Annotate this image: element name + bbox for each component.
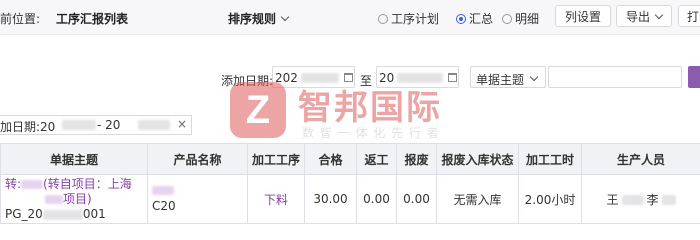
export-label: 导出 xyxy=(625,9,650,24)
radio-checked-icon xyxy=(456,13,466,24)
redacted-text xyxy=(661,195,676,205)
cell-qualified: 30.00 xyxy=(304,174,357,224)
column-header-scrap-status[interactable]: 报废入库状态 xyxy=(436,143,519,175)
chevron-down-icon xyxy=(654,10,664,19)
active-filter-separator: - 20 xyxy=(97,118,121,132)
cell-subject: 转: (转自项目：上海 项目) PG_20 001 xyxy=(0,174,148,224)
cell-worker: 王李 xyxy=(581,174,700,224)
worker-name: 李 xyxy=(646,192,659,207)
cell-scrap-status: 无需入库 xyxy=(436,174,519,224)
page-title: 工序汇报列表 xyxy=(56,12,129,26)
chevron-down-icon xyxy=(529,72,539,82)
date-from-value: 202 xyxy=(275,71,298,85)
date-to-value: 20 xyxy=(379,71,395,85)
date-from-input[interactable]: 202 xyxy=(272,66,355,88)
redacted-date xyxy=(138,120,170,130)
watermark-slogan: 数 智 一 体 化 先 行 者 xyxy=(302,126,440,140)
add-date-label: 添加日期: xyxy=(221,74,274,88)
column-header-subject[interactable]: 单据主题 xyxy=(0,143,148,175)
search-input[interactable] xyxy=(548,66,682,88)
print-button[interactable]: 打 xyxy=(678,5,700,27)
column-settings-button[interactable]: 列设置 xyxy=(555,5,611,27)
radio-summary[interactable]: 汇总 xyxy=(456,10,493,27)
redacted-text xyxy=(21,180,44,189)
watermark-logo-icon: Z xyxy=(230,82,286,138)
cell-hours: 2.00小时 xyxy=(518,174,582,224)
doc-number-suffix: 001 xyxy=(82,207,106,221)
column-header-hours[interactable]: 加工工时 xyxy=(518,143,582,175)
subject-prefix: 转: xyxy=(5,177,22,191)
doc-number-prefix: PG_20 xyxy=(5,207,43,221)
radio-label: 汇总 xyxy=(469,12,494,26)
column-header-process[interactable]: 加工工序 xyxy=(247,143,305,175)
redacted-date xyxy=(301,73,339,83)
redacted-text xyxy=(45,195,63,204)
redacted-text xyxy=(152,186,174,195)
redacted-date xyxy=(397,73,443,83)
radio-icon xyxy=(502,13,512,24)
radio-detail[interactable]: 明细 xyxy=(502,10,539,27)
product-name: C20 xyxy=(152,199,176,213)
cell-scrap: 0.00 xyxy=(396,174,437,224)
cell-process[interactable]: 下料 xyxy=(247,174,305,224)
doc-subject-select[interactable]: 单据主题 xyxy=(470,66,546,88)
radio-icon xyxy=(378,13,388,24)
column-header-rework[interactable]: 返工 xyxy=(356,143,397,175)
radio-label: 明细 xyxy=(515,12,540,26)
to-label: 至 xyxy=(360,74,373,88)
column-settings-label: 列设置 xyxy=(564,9,601,24)
subject-link[interactable]: 转: (转自项目：上海 xyxy=(5,177,132,191)
subject-source: (转自项目：上海 xyxy=(43,177,132,191)
redacted-text xyxy=(42,209,83,220)
worker-name: 王 xyxy=(606,192,619,207)
redacted-date xyxy=(62,120,96,130)
doc-subject-label: 单据主题 xyxy=(476,73,525,87)
export-button[interactable]: 导出 xyxy=(616,5,672,27)
calendar-icon[interactable] xyxy=(448,73,457,82)
watermark-logo-glyph: Z xyxy=(245,87,271,132)
active-filter-tag: 加日期:20 - 20 × xyxy=(0,115,192,135)
date-to-input[interactable]: 20 xyxy=(376,66,459,88)
radio-label: 工序计划 xyxy=(391,12,440,26)
print-label: 打 xyxy=(687,9,700,24)
sort-rule-label: 排序规则 xyxy=(228,12,277,26)
sort-rule-dropdown[interactable]: 排序规则 xyxy=(228,10,290,27)
cell-rework: 0.00 xyxy=(356,174,397,224)
top-toolbar: 前位置: 工序汇报列表 排序规则 工序计划 汇总 明细 列设置 导出 打 xyxy=(0,0,700,35)
remove-filter-icon[interactable]: × xyxy=(177,117,187,131)
search-button[interactable] xyxy=(688,66,700,88)
calendar-icon[interactable] xyxy=(344,73,353,82)
active-filter-prefix: 加日期:20 xyxy=(0,120,56,134)
table-row: 转: (转自项目：上海 项目) PG_20 001 C20 下料 30.00 0… xyxy=(0,174,700,224)
cell-product: C20 xyxy=(147,174,248,224)
chevron-down-icon xyxy=(280,12,290,22)
column-header-scrap[interactable]: 报废 xyxy=(396,143,437,175)
column-header-product[interactable]: 产品名称 xyxy=(147,143,248,175)
column-header-qualified[interactable]: 合格 xyxy=(304,143,357,175)
subject-project[interactable]: 项目) xyxy=(63,192,92,206)
radio-process-plan[interactable]: 工序计划 xyxy=(378,10,439,27)
breadcrumb-label: 前位置: xyxy=(0,12,41,26)
data-table: 单据主题 产品名称 加工工序 合格 返工 报废 报废入库状态 加工工时 生产人员… xyxy=(0,143,700,224)
table-header-row: 单据主题 产品名称 加工工序 合格 返工 报废 报废入库状态 加工工时 生产人员 xyxy=(0,143,700,175)
column-header-worker[interactable]: 生产人员 xyxy=(581,143,700,175)
redacted-text xyxy=(621,195,644,205)
